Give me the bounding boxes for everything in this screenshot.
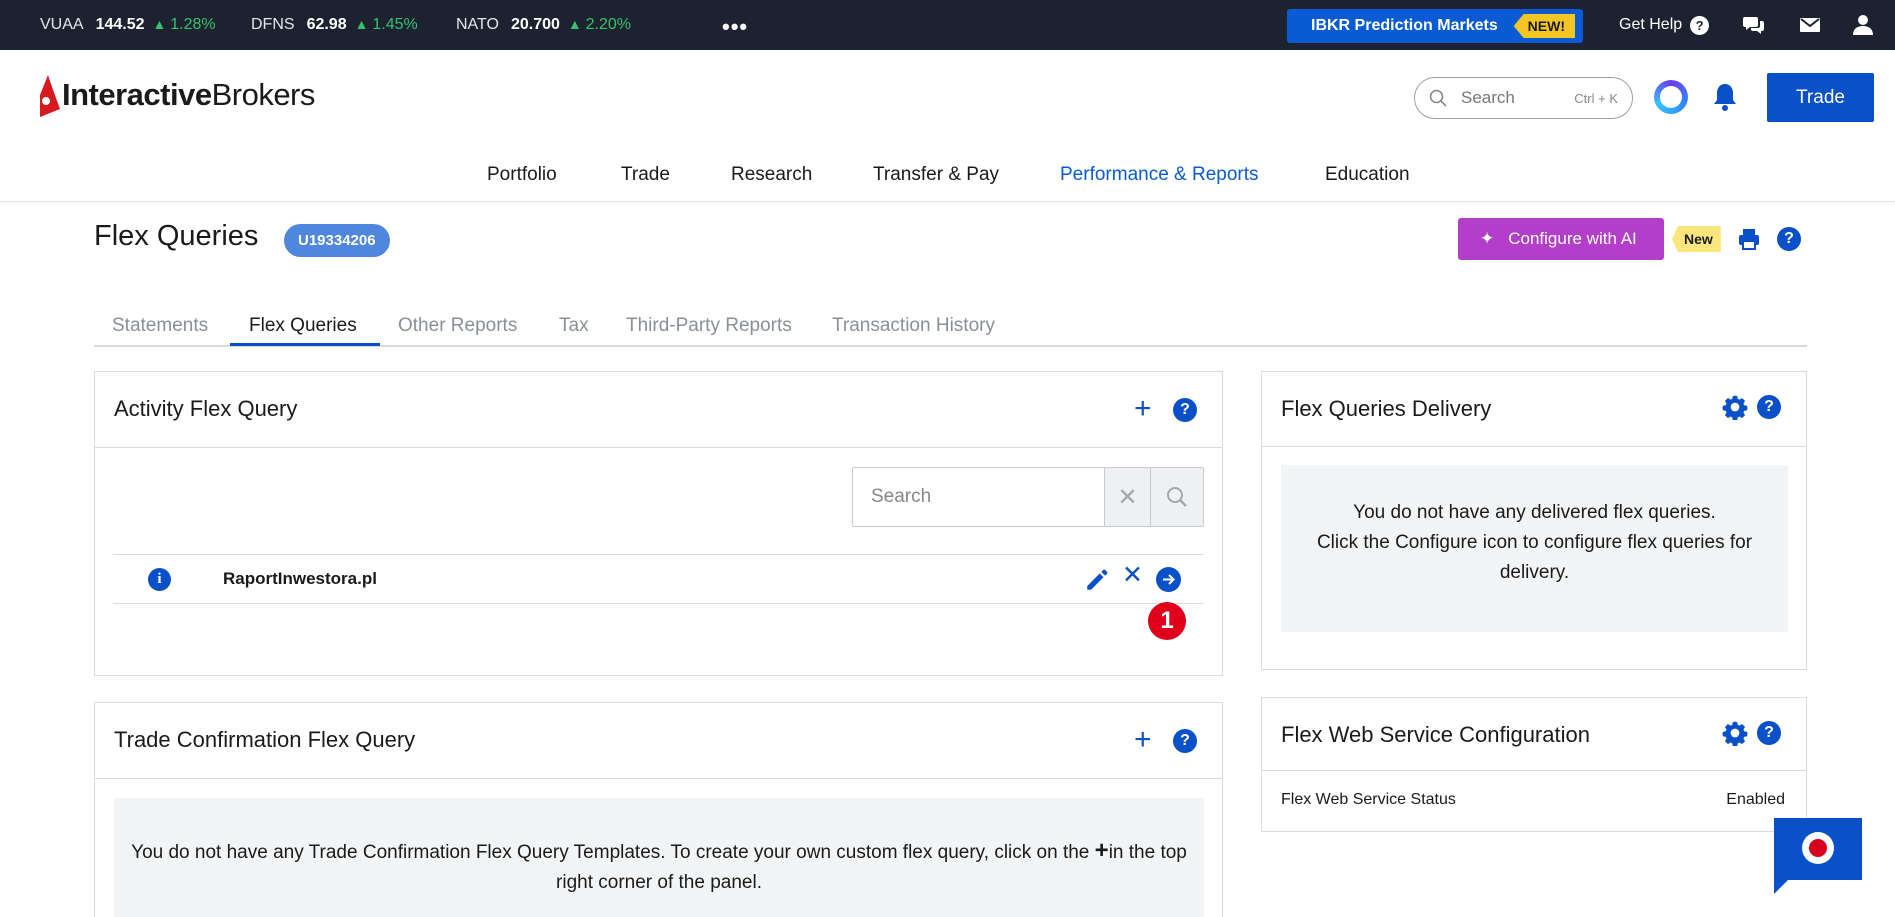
panel-header: Activity Flex Query [95, 372, 1222, 448]
page-title: Flex Queries [94, 220, 259, 252]
sparkle-icon: ✦ [1480, 229, 1495, 248]
tab-statements[interactable]: Statements [112, 315, 208, 337]
clear-search-button[interactable]: ✕ [1105, 467, 1151, 527]
ticker-price: 62.98 [306, 16, 347, 33]
run-query-button[interactable] [1156, 567, 1181, 592]
chat-bubbles-icon[interactable] [1742, 13, 1766, 37]
gear-icon[interactable] [1722, 720, 1748, 746]
nav-education[interactable]: Education [1325, 164, 1410, 186]
plus-icon: + [1094, 837, 1109, 864]
tab-transaction-history[interactable]: Transaction History [832, 315, 995, 337]
add-activity-query-button[interactable]: + [1134, 394, 1152, 424]
search-placeholder: Search [1461, 88, 1515, 107]
main-nav: Portfolio Trade Research Transfer & Pay … [0, 152, 1895, 202]
panel-header: Trade Confirmation Flex Query [95, 703, 1222, 779]
empty-state-message: You do not have any Trade Confirmation F… [114, 798, 1204, 917]
info-icon[interactable]: i [148, 568, 171, 591]
add-trade-confirmation-query-button[interactable]: + [1134, 725, 1152, 755]
page-help-icon[interactable]: ? [1777, 227, 1801, 251]
edit-pencil-icon[interactable] [1084, 567, 1110, 593]
delivery-help-icon[interactable]: ? [1757, 395, 1781, 419]
prediction-markets-button[interactable]: IBKR Prediction Markets NEW! [1287, 9, 1583, 43]
trade-button[interactable]: Trade [1767, 73, 1874, 122]
get-help-label: Get Help [1619, 16, 1683, 33]
ticker-price: 144.52 [95, 16, 145, 33]
query-search-input[interactable] [852, 467, 1105, 527]
panel-title: Flex Web Service Configuration [1281, 722, 1590, 747]
tab-third-party-reports[interactable]: Third-Party Reports [626, 315, 792, 337]
nav-research[interactable]: Research [731, 164, 812, 186]
global-search-input[interactable]: Search Ctrl + K [1414, 77, 1633, 119]
more-tickers-button[interactable]: ••• [722, 14, 748, 40]
search-shortcut: Ctrl + K [1574, 90, 1618, 106]
ticker-symbol: DFNS [251, 16, 295, 33]
delete-query-button[interactable]: ✕ [1122, 563, 1143, 588]
ticker-symbol: VUAA [40, 16, 84, 33]
nav-transfer-pay[interactable]: Transfer & Pay [873, 164, 999, 186]
web-service-status-label: Flex Web Service Status [1281, 791, 1456, 808]
ticker-symbol: NATO [456, 16, 499, 33]
empty-state-text: Click the Configure icon to configure fl… [1316, 532, 1753, 583]
search-button[interactable] [1151, 467, 1204, 527]
panel-title: Activity Flex Query [114, 396, 298, 421]
query-name[interactable]: RaportInwestora.pl [223, 569, 377, 589]
ticker-item[interactable]: NATO 20.700 2.20% [456, 0, 631, 50]
chat-support-button[interactable] [1774, 818, 1862, 894]
ticker-change: 2.20% [568, 16, 631, 34]
tab-tax[interactable]: Tax [559, 315, 589, 337]
new-badge: NEW! [1513, 14, 1575, 38]
panel-title: Flex Queries Delivery [1281, 396, 1492, 421]
nav-portfolio[interactable]: Portfolio [487, 164, 557, 186]
get-help-button[interactable]: Get Help ? [1619, 0, 1710, 50]
empty-state-text: You do not have any delivered flex queri… [1353, 502, 1716, 523]
ticker-price: 20.700 [510, 16, 560, 33]
ticker-bar: VUAA 144.52 1.28% DFNS 62.98 1.45% NATO … [0, 0, 1895, 50]
ticker-item[interactable]: DFNS 62.98 1.45% [251, 0, 418, 50]
new-badge: New [1672, 226, 1721, 252]
trade-confirmation-flex-query-panel: Trade Confirmation Flex Query You do not… [94, 702, 1223, 917]
report-tabs: Statements Flex Queries Other Reports Ta… [94, 306, 1807, 347]
tab-flex-queries[interactable]: Flex Queries [249, 315, 357, 337]
web-service-status-value: Enabled [1726, 791, 1785, 808]
arrow-right-icon [1163, 574, 1175, 585]
ai-assistant-icon[interactable] [1654, 80, 1688, 114]
flex-web-service-panel: Flex Web Service Configuration [1261, 697, 1807, 832]
prediction-markets-label: IBKR Prediction Markets [1311, 17, 1498, 34]
nav-trade[interactable]: Trade [621, 164, 670, 186]
chat-avatar-icon [1802, 832, 1834, 864]
trade-confirmation-help-icon[interactable]: ? [1173, 729, 1197, 753]
help-icon: ? [1690, 15, 1710, 35]
configure-with-ai-button[interactable]: ✦ Configure with AI [1458, 218, 1664, 260]
nav-performance-reports[interactable]: Performance & Reports [1060, 164, 1259, 186]
gear-icon[interactable] [1722, 394, 1748, 420]
active-tab-indicator [230, 343, 380, 346]
bell-icon[interactable] [1711, 82, 1739, 112]
ticker-change: 1.45% [355, 16, 417, 34]
web-service-help-icon[interactable]: ? [1757, 721, 1781, 745]
mail-icon[interactable] [1798, 13, 1822, 37]
empty-state-message: You do not have any delivered flex queri… [1281, 465, 1788, 632]
ticker-change: 1.28% [153, 16, 215, 34]
activity-help-icon[interactable]: ? [1173, 398, 1197, 422]
ticker-item[interactable]: VUAA 144.52 1.28% [40, 0, 216, 50]
print-icon[interactable] [1737, 227, 1761, 251]
search-icon [1167, 487, 1187, 507]
tab-other-reports[interactable]: Other Reports [398, 315, 517, 337]
annotation-marker: 1 [1148, 602, 1186, 640]
empty-state-text: You do not have any Trade Confirmation F… [131, 842, 1095, 863]
user-icon[interactable] [1851, 13, 1875, 37]
flame-logo-icon [40, 75, 60, 117]
configure-with-ai-label: Configure with AI [1508, 229, 1637, 248]
ibkr-logo[interactable]: InteractiveBrokers [38, 70, 315, 120]
logo-wordmark: InteractiveBrokers [62, 77, 315, 112]
table-row: i RaportInwestora.pl ✕ [113, 554, 1204, 604]
account-badge[interactable]: U19334206 [284, 224, 390, 257]
panel-title: Trade Confirmation Flex Query [114, 727, 416, 752]
search-icon [1429, 89, 1447, 107]
